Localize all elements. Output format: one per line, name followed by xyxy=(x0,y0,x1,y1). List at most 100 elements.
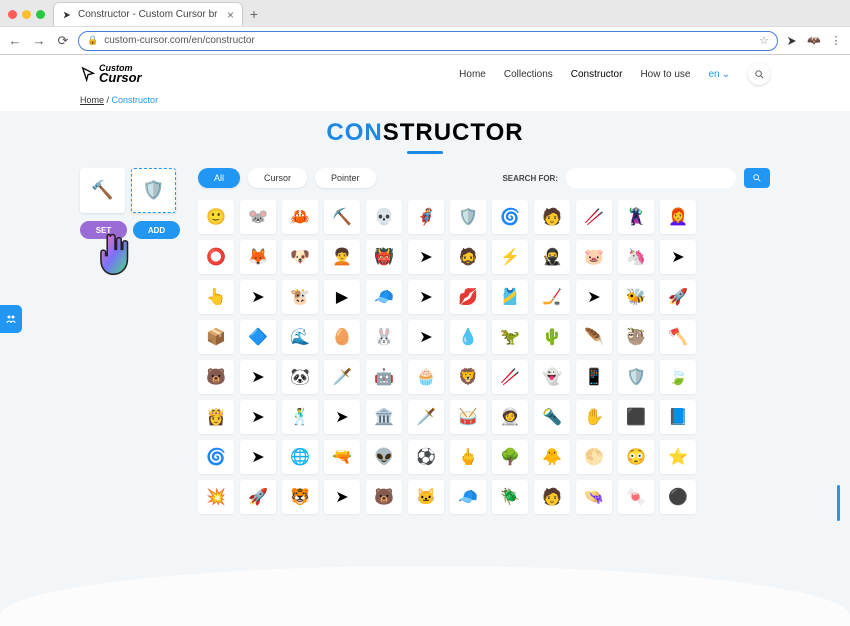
icon-cell[interactable]: 🌀 xyxy=(198,440,234,474)
minimize-window-icon[interactable] xyxy=(22,10,31,19)
icon-cell[interactable]: 🤖 xyxy=(366,360,402,394)
icon-cell[interactable]: 🦹 xyxy=(618,200,654,234)
back-button[interactable]: ← xyxy=(6,33,24,48)
icon-cell[interactable]: 🧢 xyxy=(366,280,402,314)
reload-button[interactable]: ⟳ xyxy=(54,33,72,49)
icon-cell[interactable]: ⚫ xyxy=(660,480,696,514)
icon-cell[interactable]: 🦀 xyxy=(282,200,318,234)
icon-cell[interactable]: ➤ xyxy=(576,280,612,314)
icon-cell[interactable]: 👽 xyxy=(366,440,402,474)
icon-cell[interactable]: 🦥 xyxy=(618,320,654,354)
icon-cell[interactable]: 🦄 xyxy=(618,240,654,274)
icon-cell[interactable]: 🧑 xyxy=(534,200,570,234)
icon-cell[interactable]: 🦸 xyxy=(408,200,444,234)
icon-cell[interactable]: 🐰 xyxy=(366,320,402,354)
icon-cell[interactable]: 🧑 xyxy=(534,480,570,514)
nav-howto[interactable]: How to use xyxy=(640,69,690,80)
filter-all[interactable]: All xyxy=(198,168,240,188)
icon-cell[interactable]: 👸 xyxy=(198,400,234,434)
icon-cell[interactable]: 👆 xyxy=(198,280,234,314)
icon-cell[interactable]: 👩‍🦰 xyxy=(660,200,696,234)
icon-cell[interactable]: ➤ xyxy=(324,480,360,514)
icon-cell[interactable]: 💥 xyxy=(198,480,234,514)
icon-cell[interactable]: 🌊 xyxy=(282,320,318,354)
icon-cell[interactable]: ➤ xyxy=(240,280,276,314)
icon-cell[interactable]: 🪲 xyxy=(492,480,528,514)
icon-cell[interactable]: ➤ xyxy=(408,240,444,274)
icon-cell[interactable]: 📱 xyxy=(576,360,612,394)
pointer-slot[interactable]: 🛡️ xyxy=(131,168,176,213)
icon-cell[interactable]: 🔷 xyxy=(240,320,276,354)
cursor-slot[interactable]: 🔨 xyxy=(80,168,125,213)
icon-cell[interactable]: 🪶 xyxy=(576,320,612,354)
icon-cell[interactable]: 🍃 xyxy=(660,360,696,394)
close-window-icon[interactable] xyxy=(8,10,17,19)
icon-cell[interactable]: 🥚 xyxy=(324,320,360,354)
icon-cell[interactable]: ⛏️ xyxy=(324,200,360,234)
icon-cell[interactable]: 🐷 xyxy=(576,240,612,274)
icon-cell[interactable]: ✋ xyxy=(576,400,612,434)
icon-cell[interactable]: 💀 xyxy=(366,200,402,234)
icon-cell[interactable]: 🔫 xyxy=(324,440,360,474)
icon-cell[interactable]: ➤ xyxy=(240,400,276,434)
menu-icon[interactable]: ⋮ xyxy=(828,33,844,49)
icon-cell[interactable]: 🚀 xyxy=(240,480,276,514)
scroll-indicator[interactable] xyxy=(837,485,840,521)
icon-cell[interactable]: ➤ xyxy=(240,360,276,394)
icon-cell[interactable]: 🗡️ xyxy=(324,360,360,394)
icon-cell[interactable]: 🧢 xyxy=(450,480,486,514)
forward-button[interactable]: → xyxy=(30,33,48,48)
icon-cell[interactable]: ⬛ xyxy=(618,400,654,434)
icon-cell[interactable]: ⭐ xyxy=(660,440,696,474)
icon-cell[interactable]: 🖕 xyxy=(450,440,486,474)
site-logo[interactable]: Custom Cursor xyxy=(80,64,142,84)
icon-cell[interactable]: 🦖 xyxy=(492,320,528,354)
nav-collections[interactable]: Collections xyxy=(504,69,553,80)
icon-cell[interactable]: 🪓 xyxy=(660,320,696,354)
icon-cell[interactable]: 🏛️ xyxy=(366,400,402,434)
icon-cell[interactable]: 🐶 xyxy=(282,240,318,274)
icon-cell[interactable]: 👹 xyxy=(366,240,402,274)
icon-cell[interactable]: 🍬 xyxy=(618,480,654,514)
icon-cell[interactable]: 🐯 xyxy=(282,480,318,514)
maximize-window-icon[interactable] xyxy=(36,10,45,19)
icon-cell[interactable]: 🐻 xyxy=(198,360,234,394)
icon-cell[interactable]: 😳 xyxy=(618,440,654,474)
filter-pointer[interactable]: Pointer xyxy=(315,168,376,188)
extension-batman-icon[interactable]: 🦇 xyxy=(806,33,822,49)
icon-cell[interactable]: 🛡️ xyxy=(618,360,654,394)
icon-cell[interactable]: 🌵 xyxy=(534,320,570,354)
icon-cell[interactable]: 💋 xyxy=(450,280,486,314)
icon-cell[interactable]: 🌐 xyxy=(282,440,318,474)
icon-cell[interactable]: 🐭 xyxy=(240,200,276,234)
icon-cell[interactable]: 🏒 xyxy=(534,280,570,314)
icon-cell[interactable]: 🥢 xyxy=(492,360,528,394)
icon-cell[interactable]: 🧑‍🚀 xyxy=(492,400,528,434)
breadcrumb-current[interactable]: Constructor xyxy=(112,95,159,105)
icon-cell[interactable]: 🙂 xyxy=(198,200,234,234)
icon-cell[interactable]: ➤ xyxy=(408,280,444,314)
language-selector[interactable]: en ⌄ xyxy=(708,69,730,80)
icon-cell[interactable]: ➤ xyxy=(408,320,444,354)
icon-cell[interactable]: 🥢 xyxy=(576,200,612,234)
icon-cell[interactable]: 🛡️ xyxy=(450,200,486,234)
address-bar[interactable]: 🔒 custom-cursor.com/en/constructor ☆ xyxy=(78,31,778,51)
add-button[interactable]: ADD xyxy=(133,221,180,239)
search-submit-button[interactable] xyxy=(744,168,770,188)
icon-cell[interactable]: 🔦 xyxy=(534,400,570,434)
icon-cell[interactable]: 🧑‍🦱 xyxy=(324,240,360,274)
icon-cell[interactable]: ➤ xyxy=(240,440,276,474)
icon-cell[interactable]: 🌕 xyxy=(576,440,612,474)
icon-cell[interactable]: 🐥 xyxy=(534,440,570,474)
icon-cell[interactable]: 🦁 xyxy=(450,360,486,394)
icon-cell[interactable]: 🌳 xyxy=(492,440,528,474)
icon-cell[interactable]: 💧 xyxy=(450,320,486,354)
nav-constructor[interactable]: Constructor xyxy=(571,69,623,80)
icon-cell[interactable]: 📘 xyxy=(660,400,696,434)
icon-cell[interactable]: 🐻 xyxy=(366,480,402,514)
icon-cell[interactable]: 🧁 xyxy=(408,360,444,394)
icon-cell[interactable]: 🥁 xyxy=(450,400,486,434)
icon-cell[interactable]: 🚀 xyxy=(660,280,696,314)
icon-cell[interactable]: 🥷 xyxy=(534,240,570,274)
icon-cell[interactable]: ▶ xyxy=(324,280,360,314)
